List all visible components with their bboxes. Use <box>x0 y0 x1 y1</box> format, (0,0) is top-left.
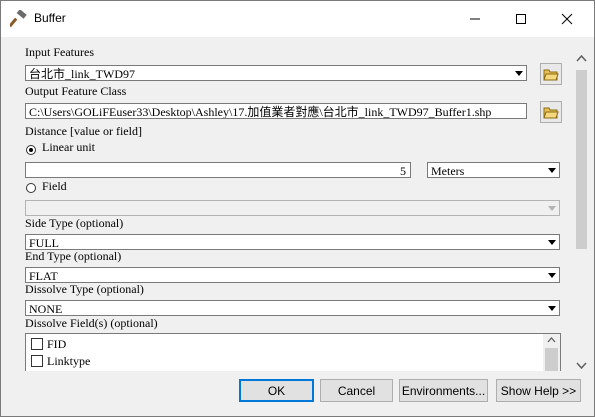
distance-field-select <box>25 200 560 216</box>
chevron-down-icon <box>546 202 558 214</box>
panel-scrollbar[interactable] <box>573 52 590 372</box>
dissolve-fields-label: Dissolve Field(s) (optional) <box>25 316 158 330</box>
dissolve-fields-list[interactable]: FID Linktype <box>25 333 561 371</box>
checkbox[interactable] <box>31 338 43 350</box>
input-features-label: Input Features <box>25 45 94 59</box>
chevron-down-icon[interactable] <box>546 236 558 248</box>
ok-button[interactable]: OK <box>239 379 314 402</box>
distance-unit-value: Meters <box>431 164 465 178</box>
checkbox[interactable] <box>31 355 43 367</box>
environments-button[interactable]: Environments... <box>399 379 488 402</box>
dissolve-type-value: NONE <box>29 302 63 316</box>
output-feature-class-browse-button[interactable] <box>540 101 562 123</box>
open-folder-icon <box>543 69 559 81</box>
output-feature-class-input[interactable]: C:\Users\GOLiFEuser33\Desktop\Ashley\17.… <box>25 103 527 119</box>
chevron-down-icon[interactable] <box>546 302 558 314</box>
dissolve-type-label: Dissolve Type (optional) <box>25 282 144 296</box>
parameters-panel: Input Features 台北市_link_TWD97 Output Fea… <box>22 41 563 371</box>
dialog-body: Input Features 台北市_link_TWD97 Output Fea… <box>1 37 594 416</box>
close-icon <box>561 13 573 25</box>
distance-unit-select[interactable]: Meters <box>427 162 560 178</box>
scroll-thumb[interactable] <box>576 70 587 249</box>
end-type-value: FLAT <box>29 269 58 283</box>
open-folder-icon <box>543 107 559 119</box>
title-bar[interactable]: Buffer <box>1 1 594 37</box>
list-item-label: Linktype <box>47 354 91 368</box>
chevron-down-icon[interactable] <box>513 67 525 79</box>
close-button[interactable] <box>544 1 590 37</box>
chevron-down-icon[interactable] <box>573 358 590 372</box>
field-radio[interactable] <box>26 183 36 193</box>
show-help-button[interactable]: Show Help >> <box>496 379 581 402</box>
side-type-value: FULL <box>29 236 59 250</box>
maximize-button[interactable] <box>498 1 544 37</box>
hammer-icon <box>8 9 28 28</box>
field-radio-label: Field <box>42 179 67 193</box>
chevron-up-icon[interactable] <box>543 334 560 346</box>
chevron-down-icon[interactable] <box>546 164 558 176</box>
input-features-combobox[interactable]: 台北市_link_TWD97 <box>25 65 527 81</box>
output-feature-class-label: Output Feature Class <box>25 84 127 98</box>
minimize-button[interactable] <box>452 1 498 37</box>
window-title: Buffer <box>34 11 66 25</box>
distance-value: 5 <box>400 164 406 178</box>
dissolve-type-select[interactable]: NONE <box>25 300 560 316</box>
input-features-browse-button[interactable] <box>540 63 562 85</box>
linear-unit-label: Linear unit <box>42 140 95 154</box>
list-scrollbar[interactable] <box>543 334 560 371</box>
side-type-select[interactable]: FULL <box>25 234 560 250</box>
distance-label: Distance [value or field] <box>25 124 142 138</box>
list-scroll-thumb[interactable] <box>545 348 558 371</box>
side-type-label: Side Type (optional) <box>25 216 124 230</box>
chevron-down-icon[interactable] <box>546 269 558 281</box>
output-feature-class-value: C:\Users\GOLiFEuser33\Desktop\Ashley\17.… <box>29 105 492 119</box>
chevron-up-icon[interactable] <box>573 52 590 66</box>
maximize-icon <box>516 14 526 24</box>
buffer-dialog: Buffer Input Features 台北市_link_TWD97 Out… <box>0 0 595 417</box>
cancel-button[interactable]: Cancel <box>320 379 393 402</box>
minimize-icon <box>470 18 480 20</box>
distance-value-input[interactable]: 5 <box>25 162 411 178</box>
input-features-value: 台北市_link_TWD97 <box>29 67 135 81</box>
list-item-label: FID <box>47 337 67 351</box>
linear-unit-radio[interactable] <box>26 145 36 155</box>
end-type-select[interactable]: FLAT <box>25 267 560 283</box>
end-type-label: End Type (optional) <box>25 249 122 263</box>
